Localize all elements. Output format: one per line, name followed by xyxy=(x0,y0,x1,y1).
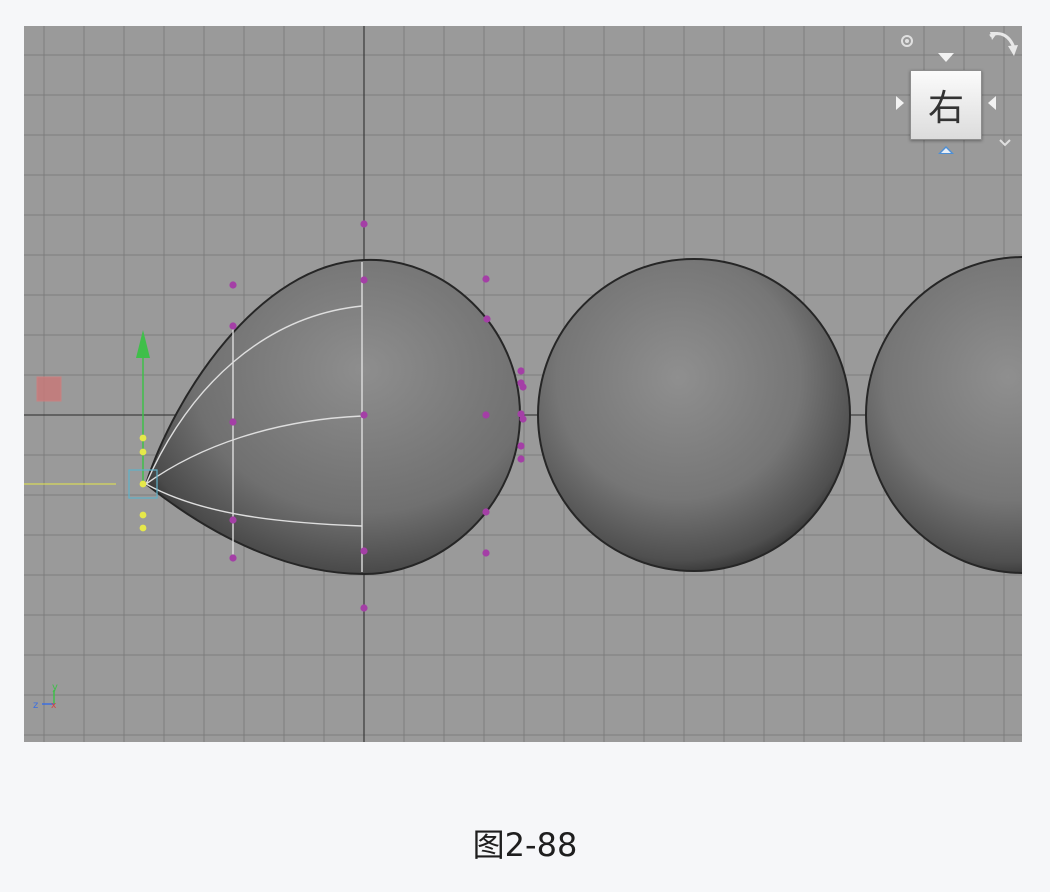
control-vertex[interactable] xyxy=(482,549,490,557)
pivot-point[interactable] xyxy=(139,448,147,456)
pivot-point[interactable] xyxy=(139,511,147,519)
arrow-up-icon[interactable] xyxy=(938,53,954,62)
control-vertex[interactable] xyxy=(482,275,490,283)
control-vertex[interactable] xyxy=(229,281,237,289)
control-vertex[interactable] xyxy=(517,367,525,375)
y-axis-manipulator-arrow[interactable] xyxy=(136,330,150,358)
control-vertex[interactable] xyxy=(519,383,527,391)
sphere-right[interactable] xyxy=(865,256,1022,574)
control-vertex[interactable] xyxy=(229,554,237,562)
axis-label-z: z xyxy=(33,700,38,711)
axis-label-y: y xyxy=(52,682,58,693)
viewcube-face[interactable]: 右 xyxy=(910,70,982,140)
control-vertex[interactable] xyxy=(483,315,491,323)
control-vertex[interactable] xyxy=(482,508,490,516)
arrow-left-icon[interactable] xyxy=(896,96,904,110)
teardrop-surface[interactable] xyxy=(144,258,522,576)
control-vertex[interactable] xyxy=(229,516,237,524)
control-vertex[interactable] xyxy=(517,455,525,463)
control-vertex[interactable] xyxy=(360,547,368,555)
pivot-point[interactable] xyxy=(139,480,147,488)
axis-label-x: x xyxy=(51,701,57,711)
arrow-down-icon[interactable] xyxy=(938,146,954,154)
control-vertex[interactable] xyxy=(482,411,490,419)
arrow-right-icon[interactable] xyxy=(988,96,996,110)
control-vertex[interactable] xyxy=(360,604,368,612)
view-label: 右 xyxy=(927,88,964,129)
maya-viewport-right[interactable]: 右 y z x xyxy=(24,26,1022,742)
chevron-down-icon[interactable] xyxy=(998,138,1012,148)
home-icon[interactable] xyxy=(900,34,914,48)
red-manipulator-square[interactable] xyxy=(36,376,62,402)
pivot-point[interactable] xyxy=(139,524,147,532)
control-vertex[interactable] xyxy=(517,442,525,450)
sphere-middle[interactable] xyxy=(537,258,851,572)
rotate-arrows-icon[interactable] xyxy=(988,30,1018,80)
pivot-point[interactable] xyxy=(139,434,147,442)
viewport-canvas[interactable] xyxy=(24,26,1022,742)
axis-indicator: y z x xyxy=(32,682,72,712)
control-vertex[interactable] xyxy=(229,418,237,426)
control-vertex[interactable] xyxy=(360,220,368,228)
control-vertex[interactable] xyxy=(360,276,368,284)
figure-caption: 图2-88 xyxy=(472,826,578,864)
control-vertex[interactable] xyxy=(360,411,368,419)
pivot-points xyxy=(139,434,147,532)
control-vertex[interactable] xyxy=(229,322,237,330)
control-vertex[interactable] xyxy=(519,415,527,423)
